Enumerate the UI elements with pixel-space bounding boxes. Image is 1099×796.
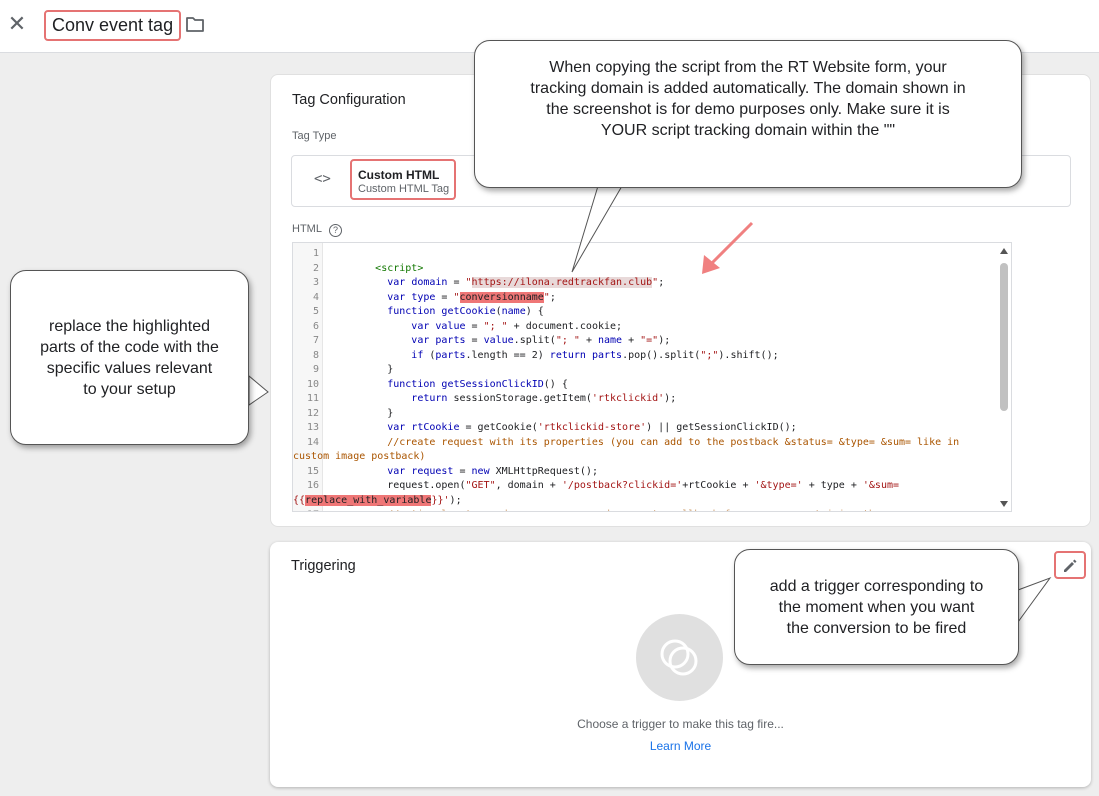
callout-line: add a trigger corresponding to [769, 577, 984, 595]
callout-line: the screenshot is for demo purposes only… [546, 101, 950, 118]
replace-values-callout: replace the highlighted parts of the cod… [10, 270, 249, 445]
add-trigger-callout: add a trigger corresponding to the momen… [734, 549, 1019, 665]
red-arrow-line [710, 221, 754, 265]
callout-line: YOUR script tracking domain within the "… [600, 122, 896, 139]
callout-line: When copying the script from the RT Webs… [549, 59, 947, 76]
callout-line: the moment when you want [778, 598, 975, 616]
callout-line: replace the highlighted [48, 317, 210, 335]
top-callout-pointer [571, 185, 623, 273]
callout-line: specific values relevant [46, 359, 213, 377]
right-callout-pointer [1017, 576, 1052, 624]
callout-line: the conversion to be fired [786, 619, 967, 637]
left-callout-pointer [248, 374, 269, 406]
callout-line: parts of the code with the [40, 338, 219, 356]
callout-line: tracking domain is added automatically. … [530, 80, 966, 97]
domain-note-callout: When copying the script from the RT Webs… [474, 40, 1022, 188]
callout-line: to your setup [83, 380, 176, 398]
